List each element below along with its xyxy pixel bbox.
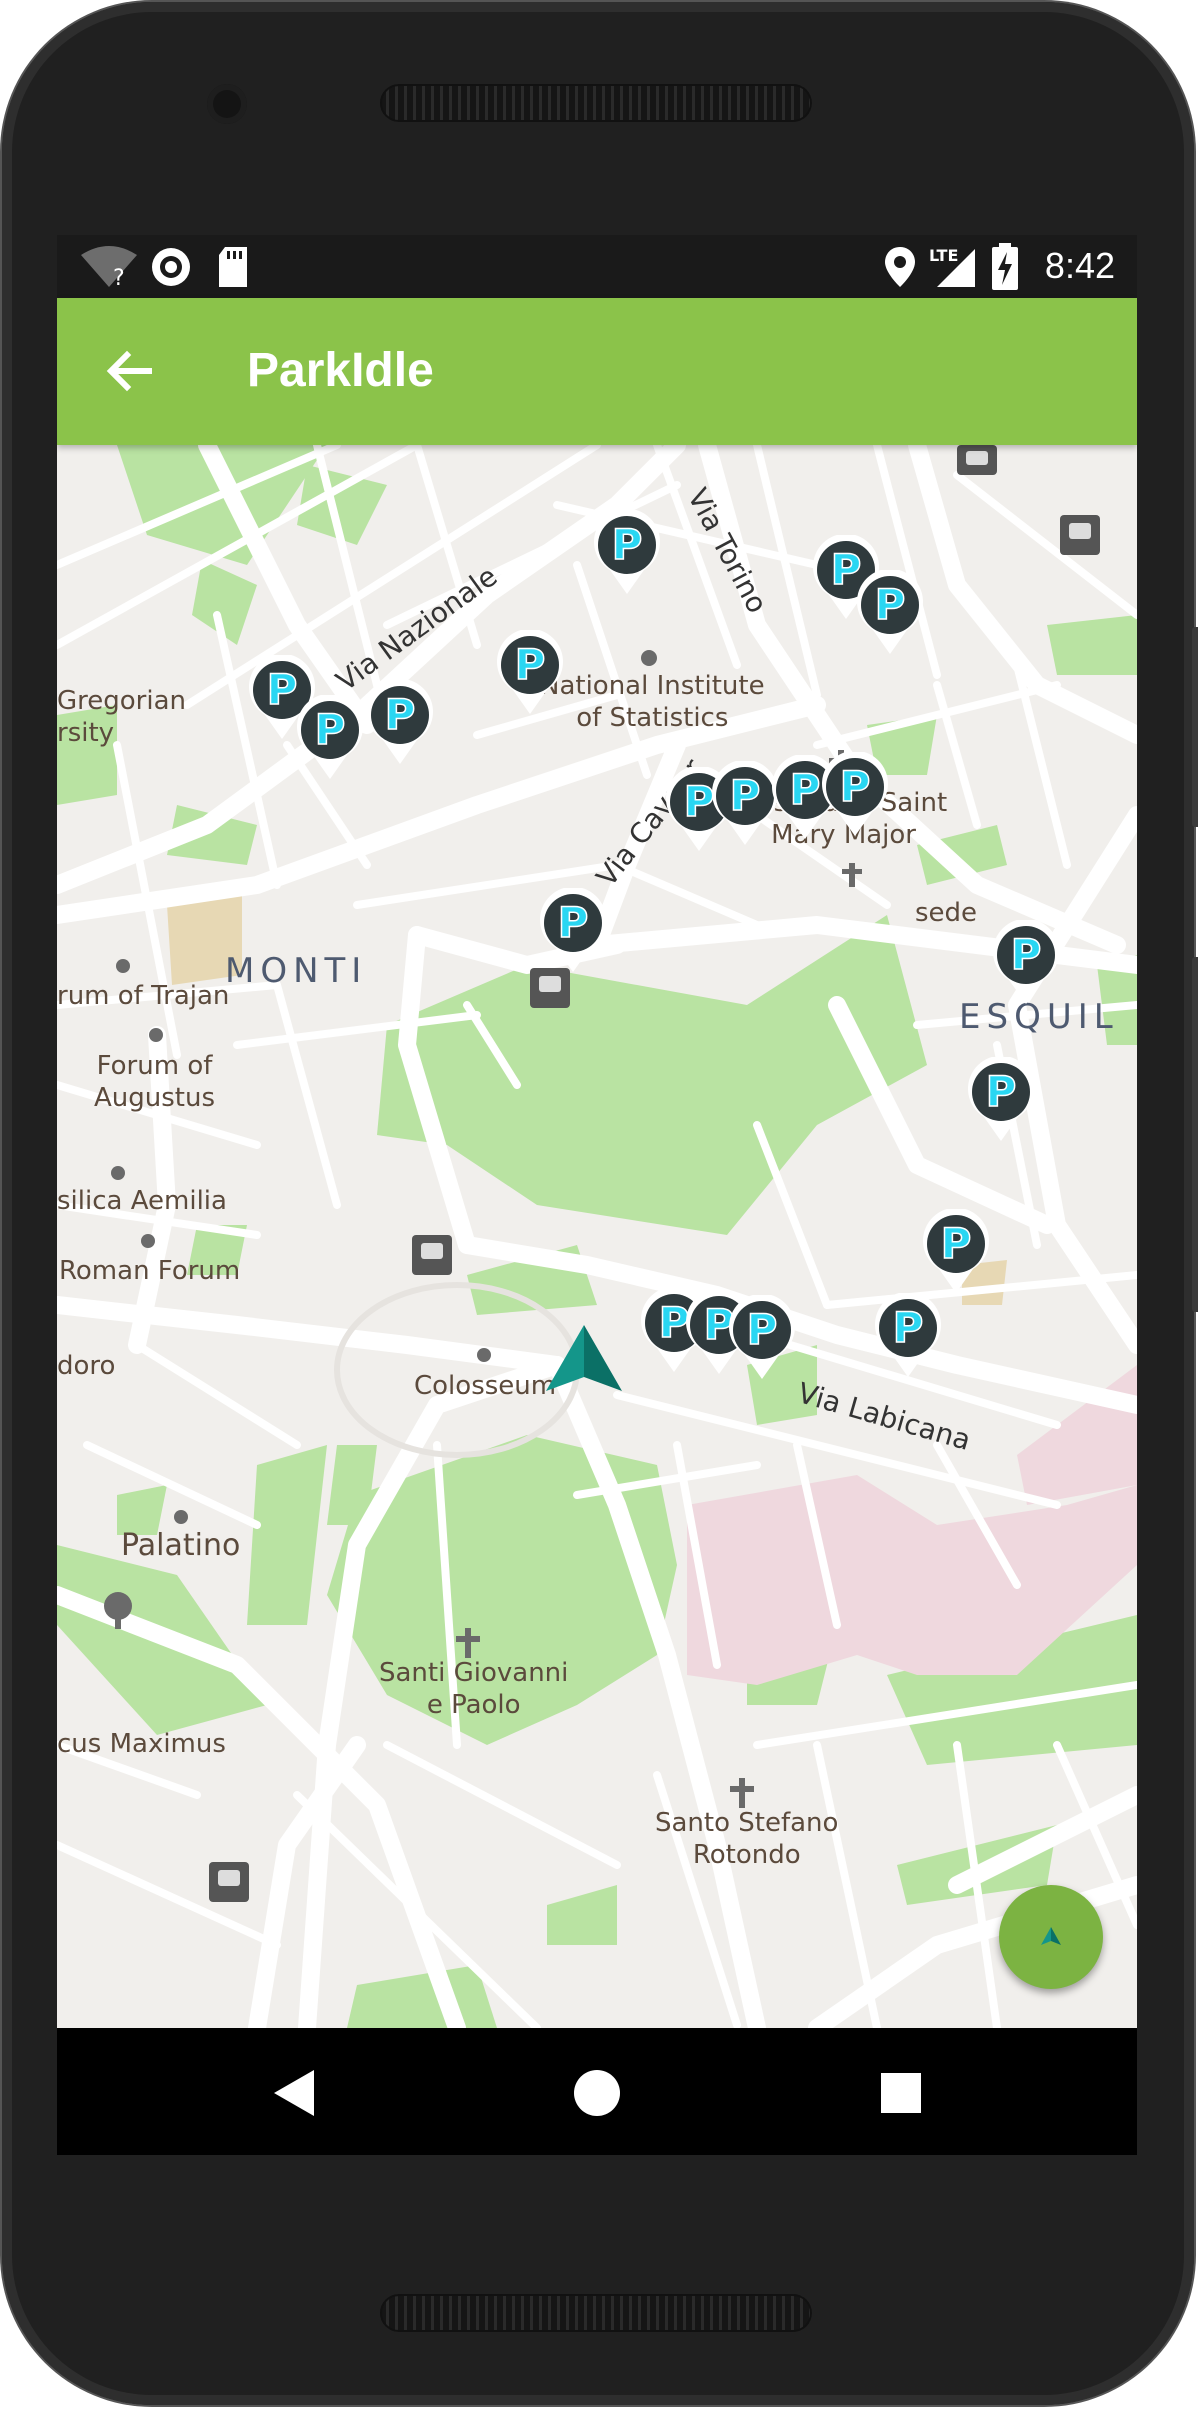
svg-text:P: P [1011,930,1042,979]
svg-text:P: P [875,580,906,629]
parking-marker[interactable]: P [495,628,565,716]
parking-pin-icon: P [729,1293,795,1379]
svg-text:P: P [558,898,589,947]
poi-label-forum-trajan: rum of Trajan [57,981,230,1011]
parking-pin-icon: P [497,628,563,714]
parking-marker[interactable]: P [966,1055,1036,1143]
poi-label-doro: doro [57,1351,116,1381]
svg-text:P: P [747,1305,778,1354]
svg-text:P: P [385,690,416,739]
parking-marker[interactable]: P [991,918,1061,1006]
parking-pin-icon: P [540,886,606,972]
battery-charging-icon [992,243,1018,290]
parking-pin-icon: P [968,1055,1034,1141]
svg-text:P: P [790,765,821,814]
parking-pin-icon: P [594,508,660,594]
my-location-fab[interactable] [999,1885,1103,1989]
top-speaker [380,84,812,122]
volume-button [1192,627,1198,827]
parking-pin-icon: P [993,918,1059,1004]
front-camera [207,84,247,124]
app-title: ParkIdle [247,344,434,397]
poi-label-palatino: Palatino [121,1528,241,1563]
svg-text:LTE: LTE [929,246,958,265]
svg-text:?: ? [113,266,125,289]
nav-back-icon[interactable] [272,2068,316,2118]
svg-text:P: P [941,1219,972,1268]
district-label-monti: MONTI [225,951,368,991]
parking-marker[interactable]: P [538,886,608,974]
phone-frame: ? LTE 8:42 ParkIdle Via Nazionale Via To… [2,2,1198,2405]
poi-label-basilica-aemilia: silica Aemilia [57,1186,227,1216]
poi-label-gregorian: Gregorian rsity [57,686,186,748]
parking-pin-icon: P [875,1291,941,1377]
parking-marker[interactable]: P [855,568,925,656]
parking-marker[interactable]: P [820,750,890,838]
poi-label-sede: sede [915,898,978,928]
nav-home-icon[interactable] [572,2068,622,2118]
nav-recents-icon[interactable] [879,2071,923,2115]
user-location-arrow-icon [546,1325,622,1391]
svg-text:P: P [986,1067,1017,1116]
svg-text:P: P [267,665,298,714]
sd-card-icon [219,247,247,287]
map-view[interactable]: Via Nazionale Via Torino Via Cavour Via … [57,445,1137,2028]
svg-text:P: P [730,771,761,820]
poi-label-santo-stefano: Santo Stefano Rotondo [655,1808,839,1870]
poi-label-colosseum: Colosseum [414,1371,557,1401]
bottom-speaker [380,2294,812,2332]
wifi-icon: ? [81,246,137,289]
parking-pin-icon: P [367,678,433,764]
lte-signal-icon: LTE [929,246,975,287]
poi-label-santi-giovanni: Santi Giovanni e Paolo [379,1658,569,1720]
parking-pin-icon: P [822,750,888,836]
svg-text:P: P [515,640,546,689]
sync-icon [152,248,190,286]
parking-pin-icon: P [297,693,363,779]
svg-text:P: P [893,1303,924,1352]
parking-pin-icon: P [857,568,923,654]
navigation-arrow-icon [1041,1927,1061,1945]
location-icon [885,247,915,287]
app-bar: ParkIdle [57,298,1137,445]
screen: ? LTE 8:42 ParkIdle Via Nazionale Via To… [57,235,1137,2155]
poi-label-roman-forum: Roman Forum [59,1256,241,1286]
svg-text:P: P [315,705,346,754]
power-button [1192,957,1198,1312]
parking-marker[interactable]: P [921,1207,991,1295]
parking-marker[interactable]: P [365,678,435,766]
parking-pin-icon: P [923,1207,989,1293]
status-bar: ? LTE 8:42 [57,235,1137,298]
parking-marker[interactable]: P [295,693,365,781]
system-nav-bar [57,2028,1137,2155]
parking-marker[interactable]: P [873,1291,943,1379]
poi-label-circus-maximus: cus Maximus [57,1729,226,1759]
poi-label-forum-augustus: Forum of Augustus [94,1051,216,1113]
poi-label-national-institute: National Institute of Statistics [540,671,765,733]
back-arrow-icon[interactable] [97,338,163,404]
svg-text:P: P [612,520,643,569]
svg-text:P: P [840,762,871,811]
parking-marker[interactable]: P [727,1293,797,1381]
clock: 8:42 [1044,245,1115,286]
parking-marker[interactable]: P [592,508,662,596]
